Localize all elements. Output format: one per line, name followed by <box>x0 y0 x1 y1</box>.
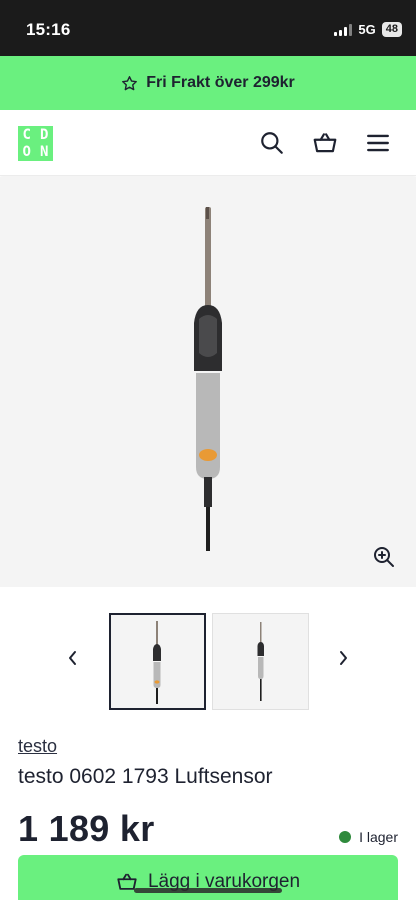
add-to-cart-button[interactable]: Lägg i varukorgen <box>18 855 398 900</box>
in-stock-dot-icon <box>339 831 352 843</box>
status-indicators: 5G 48 <box>334 22 402 37</box>
home-indicator <box>134 888 282 893</box>
logo-letter: D <box>40 126 49 143</box>
search-icon[interactable] <box>259 130 285 156</box>
thumbnail-strip <box>0 600 416 716</box>
product-price: 1 189 kr <box>18 808 155 849</box>
battery-icon: 48 <box>381 22 402 37</box>
brand-link[interactable]: testo <box>18 736 57 757</box>
stock-label: I lager <box>359 829 398 845</box>
menu-icon[interactable] <box>365 130 391 156</box>
product-image <box>194 207 222 551</box>
thumbnail-2[interactable] <box>212 613 309 710</box>
cdon-logo[interactable]: C D O N <box>18 126 53 161</box>
product-title: testo 0602 1793 Luftsensor <box>18 765 273 788</box>
chevron-right-icon[interactable] <box>336 649 350 667</box>
thumbnail-image <box>257 622 264 701</box>
stock-status: I lager <box>339 829 398 845</box>
chevron-left-icon[interactable] <box>66 649 80 667</box>
promo-text: Fri Frakt över 299kr <box>146 74 295 91</box>
thumbnail-image <box>153 621 161 704</box>
signal-icon <box>334 23 353 36</box>
network-type: 5G <box>358 22 376 37</box>
basket-icon[interactable] <box>312 130 338 156</box>
zoom-in-icon[interactable] <box>372 545 396 569</box>
logo-letter: N <box>40 144 49 161</box>
promo-banner: Fri Frakt över 299kr <box>0 56 416 110</box>
status-bar: 15:16 5G 48 <box>0 0 416 56</box>
logo-letter: O <box>22 144 31 161</box>
logo-letter: C <box>22 126 31 143</box>
thumbnail-1[interactable] <box>109 613 206 710</box>
site-header: C D O N <box>0 110 416 176</box>
product-image-gallery[interactable] <box>0 177 416 587</box>
star-outline-icon <box>122 75 138 90</box>
status-time: 15:16 <box>26 20 71 39</box>
